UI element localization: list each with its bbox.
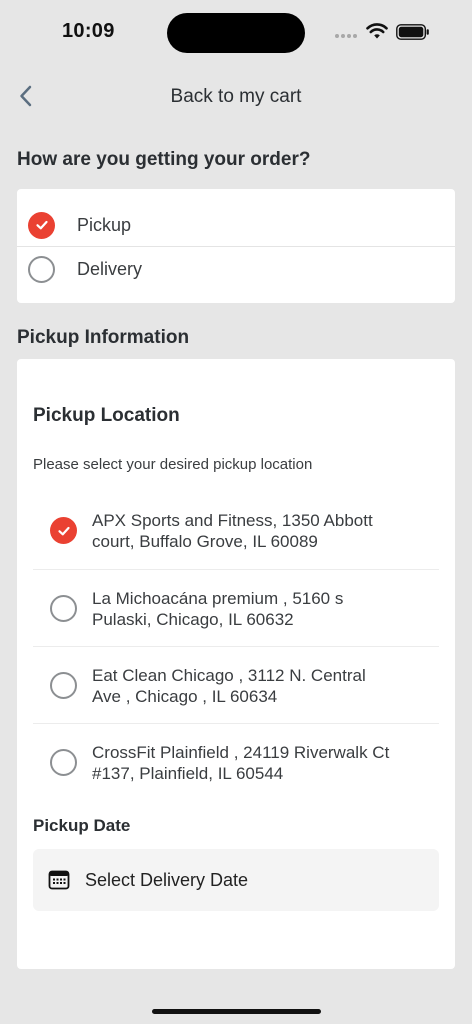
option-label: Delivery: [77, 258, 143, 279]
delivery-radio-icon: [28, 255, 55, 283]
home-indicator: [152, 1009, 321, 1014]
wifi-icon: [366, 23, 388, 39]
pickup-location-option[interactable]: CrossFit Plainfield , 24119 Riverwalk Ct…: [33, 724, 439, 801]
pickup-info-title: Pickup Information: [17, 327, 190, 348]
option-label: Pickup: [77, 214, 132, 235]
pickup-location-option[interactable]: APX Sports and Fitness, 1350 Abbott cour…: [33, 492, 439, 569]
location-radio-checked-icon: [50, 517, 77, 544]
pickup-location-description: Please select your desired pickup locati…: [33, 456, 313, 473]
pickup-date-title: Pickup Date: [33, 816, 131, 835]
delivery-method-title: How are you getting your order?: [17, 149, 311, 170]
pickup-info-card: Pickup Location Please select your desir…: [17, 359, 455, 969]
option-delivery[interactable]: Delivery: [17, 246, 455, 292]
status-bar: 10:09: [0, 0, 472, 64]
cellular-signal-icon: [335, 34, 357, 38]
page-title: Back to my cart: [170, 86, 302, 107]
delivery-method-card: Pickup Delivery: [17, 189, 455, 303]
location-radio-icon: [50, 672, 77, 699]
status-time: 10:09: [62, 20, 115, 42]
location-radio-icon: [50, 749, 77, 776]
pickup-radio-checked-icon: [28, 211, 55, 239]
location-address: La Michoacána premium , 5160 s Pulaski, …: [92, 588, 344, 629]
calendar-icon: [48, 870, 70, 890]
pickup-location-title: Pickup Location: [33, 405, 180, 426]
location-address: CrossFit Plainfield , 24119 Riverwalk Ct…: [92, 742, 390, 783]
location-radio-icon: [50, 595, 77, 622]
nav-bar: Back to my cart: [0, 70, 472, 124]
dynamic-island: [167, 13, 305, 53]
location-address: Eat Clean Chicago , 3112 N. Central Ave …: [92, 665, 366, 706]
battery-icon: [396, 24, 429, 40]
pickup-date-field[interactable]: Select Delivery Date: [33, 849, 439, 911]
pickup-date-placeholder: Select Delivery Date: [85, 869, 249, 890]
pickup-location-option[interactable]: La Michoacána premium , 5160 s Pulaski, …: [33, 570, 439, 647]
option-pickup[interactable]: Pickup: [17, 202, 455, 248]
pickup-location-option[interactable]: Eat Clean Chicago , 3112 N. Central Ave …: [33, 647, 439, 724]
location-address: APX Sports and Fitness, 1350 Abbott cour…: [92, 510, 373, 551]
